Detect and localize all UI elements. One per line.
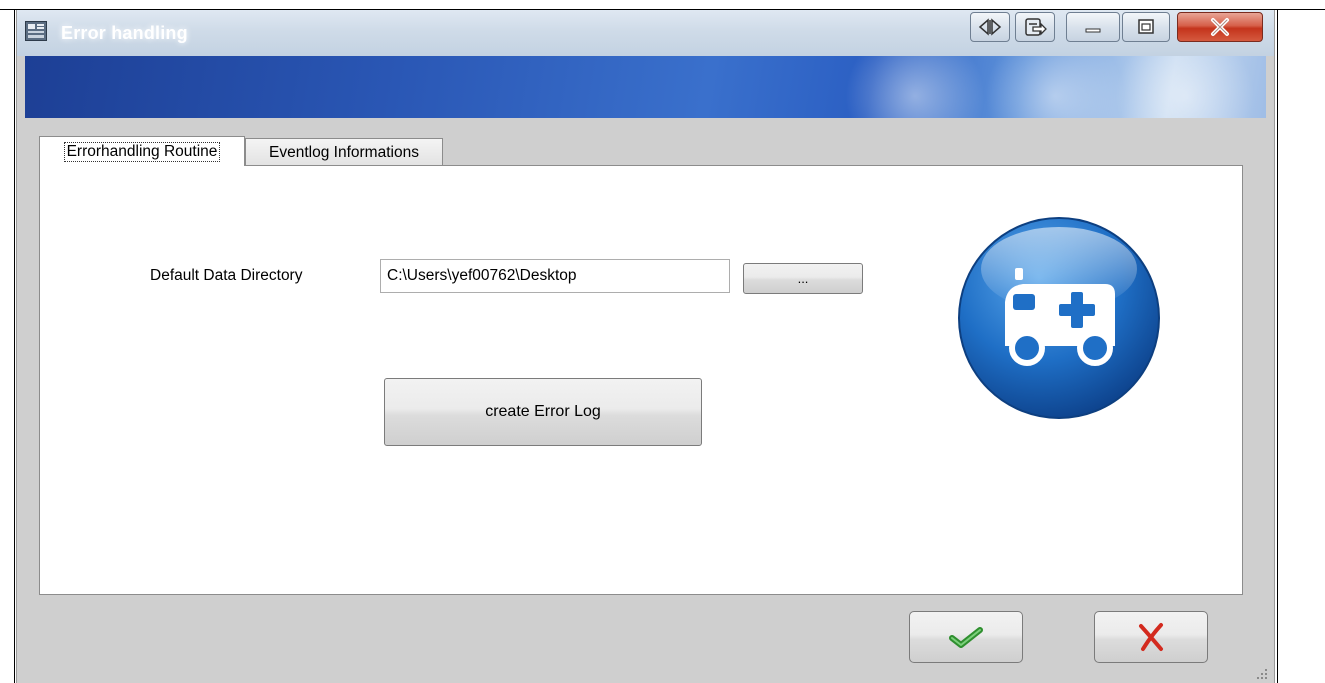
browse-button[interactable]: ...: [743, 263, 863, 294]
title-bar[interactable]: Error handling: [17, 10, 1274, 56]
header-banner: [25, 56, 1266, 118]
frame-left-line: [14, 9, 15, 683]
cancel-button[interactable]: [1094, 611, 1208, 663]
create-error-log-label: create Error Log: [485, 403, 601, 420]
dialog-window: Error handling Errorhandling Routine Eve…: [16, 10, 1275, 683]
tab-errorhandling-routine[interactable]: Errorhandling Routine: [39, 136, 245, 166]
app-window-icon: [25, 21, 47, 41]
create-error-log-button[interactable]: create Error Log: [384, 378, 702, 446]
tab-eventlog-informations[interactable]: Eventlog Informations: [245, 138, 443, 166]
scroll-arrows-icon: [978, 18, 1002, 36]
x-icon: [1139, 623, 1163, 651]
ambulance-icon: [958, 217, 1160, 419]
directory-input[interactable]: [380, 259, 730, 293]
close-button[interactable]: [1177, 12, 1263, 42]
ok-button[interactable]: [909, 611, 1023, 663]
navigate-icon: [1025, 18, 1047, 36]
browse-button-label: ...: [797, 271, 809, 286]
frame-right-line: [1277, 9, 1278, 683]
minimize-button[interactable]: [1066, 12, 1120, 42]
maximize-button[interactable]: [1122, 12, 1170, 42]
navigate-button[interactable]: [1015, 12, 1055, 42]
tab-panel: Default Data Directory ... create Error …: [39, 165, 1243, 595]
window-title: Error handling: [61, 23, 188, 43]
resize-grip-icon[interactable]: [1256, 667, 1268, 679]
close-icon: [1211, 18, 1229, 36]
scroll-arrows-button[interactable]: [970, 12, 1010, 42]
maximize-icon: [1138, 19, 1154, 34]
minimize-icon: [1085, 28, 1101, 33]
directory-label: Default Data Directory: [150, 267, 303, 284]
checkmark-icon: [949, 627, 983, 648]
tab-label: Errorhandling Routine: [63, 141, 221, 162]
tab-label: Eventlog Informations: [269, 143, 419, 161]
